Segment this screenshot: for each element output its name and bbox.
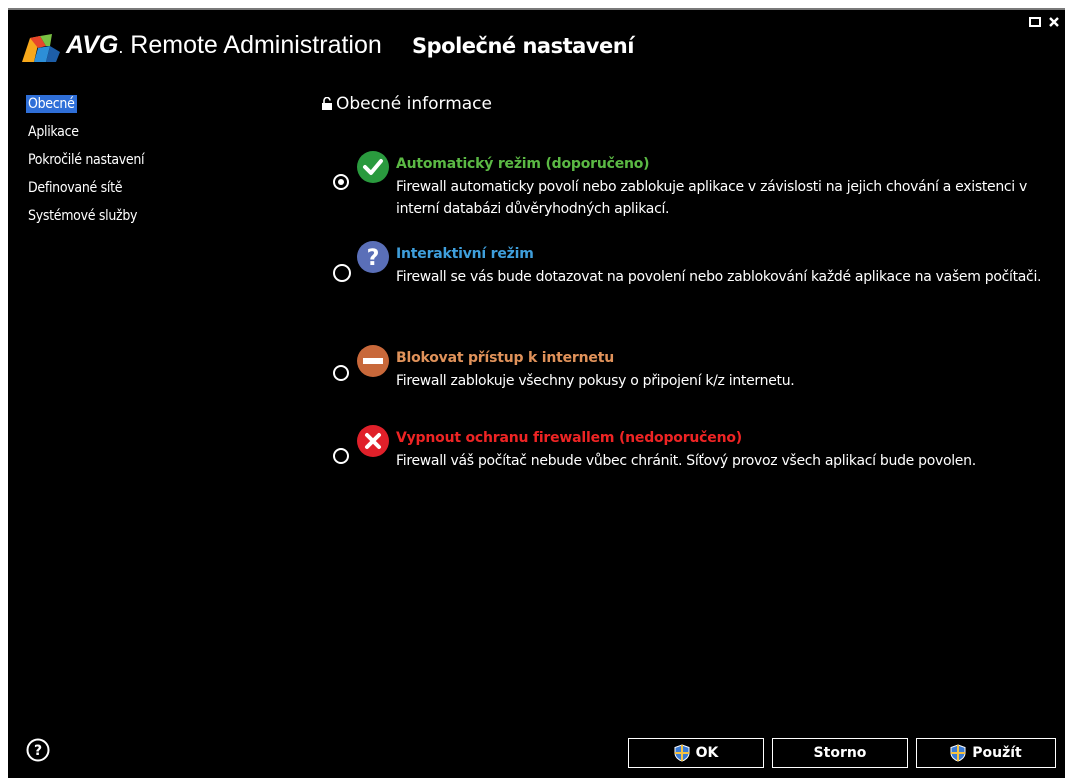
- mode-option-automatic: Automatický režim (doporučeno) Firewall …: [326, 150, 1065, 220]
- sidebar-item-aplikace[interactable]: Aplikace: [26, 118, 296, 146]
- block-icon: [356, 344, 390, 378]
- cancel-button[interactable]: Storno: [772, 738, 908, 768]
- dialog-title: Společné nastavení: [412, 34, 634, 58]
- option-description: Firewall váš počítač nebude vůbec chráni…: [396, 453, 976, 469]
- option-title: Blokovat přístup k internetu: [396, 350, 614, 366]
- section-title: Obecné informace: [322, 94, 492, 114]
- radio-interactive[interactable]: [333, 264, 351, 282]
- check-icon: [356, 150, 390, 184]
- svg-text:?: ?: [367, 246, 380, 271]
- avg-logo-icon: [22, 34, 60, 62]
- sidebar-item-services[interactable]: Systémové služby: [26, 202, 296, 230]
- option-title: Vypnout ochranu firewallem (nedoporučeno…: [396, 430, 742, 446]
- radio-block[interactable]: [333, 365, 349, 381]
- question-icon: ?: [356, 240, 390, 274]
- option-description: Firewall zablokuje všechny pokusy o přip…: [396, 373, 795, 389]
- radio-disable[interactable]: [333, 448, 349, 464]
- sidebar-item-networks[interactable]: Definované sítě: [26, 174, 296, 202]
- mode-option-disable: Vypnout ochranu firewallem (nedoporučeno…: [326, 424, 1065, 494]
- sidebar-nav: Obecné Aplikace Pokročilé nastavení Defi…: [26, 90, 296, 230]
- restore-icon[interactable]: [1029, 16, 1041, 31]
- mode-option-interactive: ? Interaktivní režim Firewall se vás bud…: [326, 240, 1065, 310]
- lock-icon: [322, 97, 332, 110]
- settings-window: AVG. Remote Administration Společné nast…: [8, 8, 1065, 778]
- ok-button[interactable]: OK: [628, 738, 764, 768]
- title-bar: AVG. Remote Administration Společné nast…: [8, 10, 1065, 80]
- option-description: Firewall automaticky povolí nebo zabloku…: [396, 179, 1028, 217]
- shield-icon: [674, 744, 690, 762]
- svg-text:?: ?: [34, 743, 42, 759]
- mode-option-block: Blokovat přístup k internetu Firewall za…: [326, 344, 1065, 394]
- radio-automatic[interactable]: [333, 174, 349, 190]
- help-icon[interactable]: ?: [26, 738, 50, 762]
- sidebar-item-obecne[interactable]: Obecné: [26, 90, 296, 118]
- option-title: Automatický režim (doporučeno): [396, 156, 650, 172]
- error-icon: [356, 424, 390, 458]
- app-brand: AVG. Remote Administration: [66, 31, 382, 59]
- sidebar-item-advanced[interactable]: Pokročilé nastavení: [26, 146, 296, 174]
- option-title: Interaktivní režim: [396, 246, 534, 262]
- close-icon[interactable]: [1049, 16, 1059, 31]
- shield-icon: [950, 744, 966, 762]
- option-description: Firewall se vás bude dotazovat na povole…: [396, 269, 1042, 285]
- apply-button[interactable]: Použít: [916, 738, 1056, 768]
